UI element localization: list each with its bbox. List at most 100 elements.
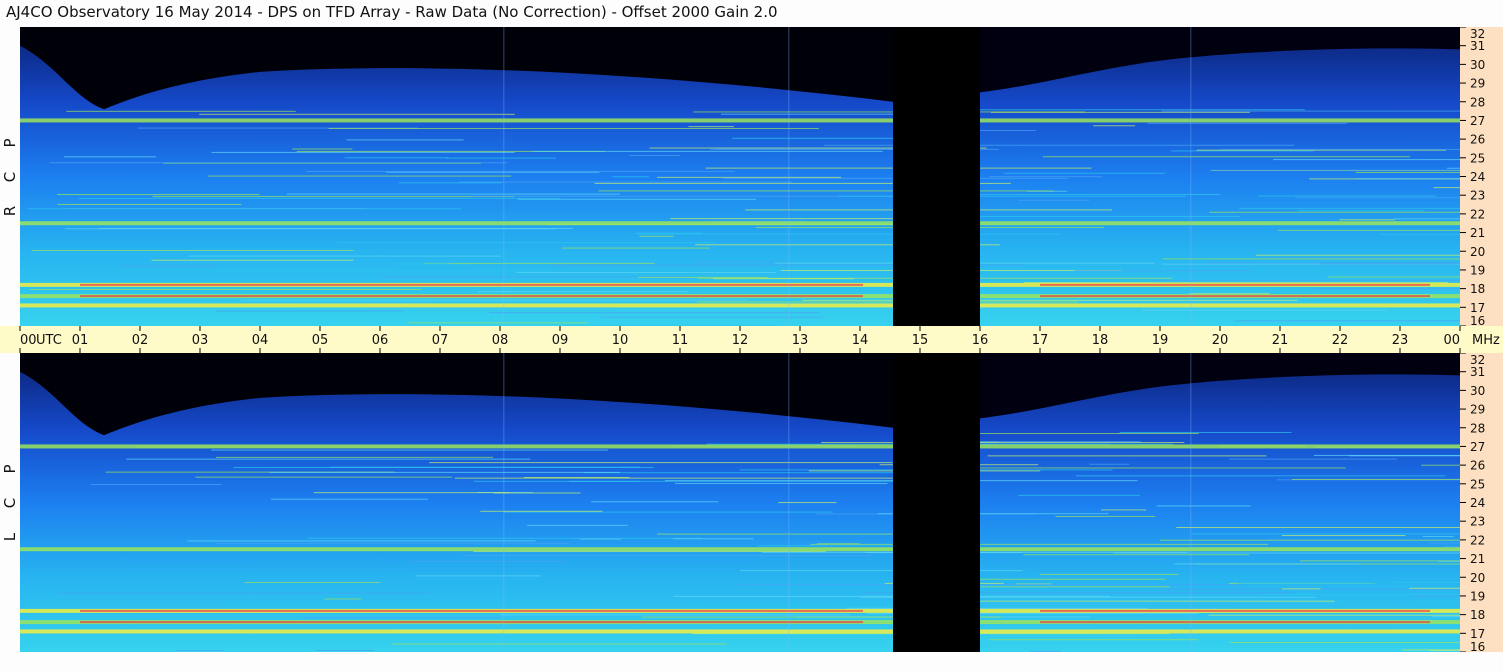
interference-line [57,203,242,205]
lcp-frequency-axis: 32 31 30 29 28 27 26 25 24 23 22 21 20 19 18 17 16 [1460,352,1503,654]
interference-line [1313,454,1460,456]
interference-line [865,552,893,554]
interference-line [980,543,1269,545]
interference-line [697,301,893,303]
vertical-streak [503,353,505,652]
time-tick-label: 10 [612,333,629,348]
frequency-tick-label: 21 [1470,552,1485,566]
spectrogram-svg [20,353,1460,652]
interference-line [1446,167,1460,169]
time-tick-label: 09 [552,333,569,348]
interference-line [391,643,727,645]
interference-line [396,264,471,266]
interference-line [980,301,1079,303]
interference-line [244,581,381,583]
interference-line [313,492,510,494]
interference-line [1030,650,1061,652]
interference-line [821,442,893,444]
interference-line [673,595,893,597]
interference-line [980,216,1241,218]
interference-line [1161,110,1460,112]
frequency-tick-label: 19 [1470,263,1485,277]
interference-line [989,176,1103,178]
interference-line [415,575,541,577]
time-tick-label: 08 [492,333,509,348]
interference-line [66,110,296,112]
interference-line [302,617,501,619]
signal-band [980,444,1460,449]
interference-line [1357,178,1460,180]
frequency-tick-label: 31 [1470,39,1485,53]
interference-line [980,552,1023,554]
interference-line [693,111,893,113]
interference-line [1162,258,1460,260]
interference-line [328,127,819,129]
interference-line [49,162,508,164]
interference-line [713,278,855,280]
interference-line [477,291,689,293]
interference-line [980,277,1173,279]
signal-band [20,547,893,552]
interference-line [306,170,735,172]
frequency-tick-label: 23 [1470,189,1485,203]
frequency-tick-label: 19 [1470,589,1485,603]
interference-line [524,477,630,479]
interference-line [240,299,748,301]
interference-line [1234,320,1460,322]
vertical-streak [788,353,790,652]
interference-line [315,649,374,651]
interference-line [458,181,793,183]
interference-line [757,545,893,547]
interference-line [188,255,501,257]
interference-line [199,113,515,115]
interference-line [1017,199,1090,201]
interference-line [745,209,893,211]
interference-line [470,195,893,197]
interference-line [591,501,719,503]
interference-line [445,157,556,159]
utc-unit-label: UTC [36,333,62,348]
interference-line [268,471,620,473]
interference-line [980,129,1036,131]
interference-line [989,639,1199,641]
interference-line [1239,207,1460,209]
interference-line [1355,171,1460,173]
data-gap [893,27,980,326]
interference-line [57,194,260,196]
interference-line [527,524,628,526]
time-tick-label: 16 [972,333,989,348]
interference-line [1159,539,1460,541]
interference-line [717,148,893,150]
interference-line [1444,545,1460,547]
time-tick-label: 04 [252,333,269,348]
interference-line [1075,475,1445,477]
interference-line [722,177,893,179]
polarization-letter: C [1,171,19,183]
interference-line [1295,197,1460,199]
interference-line [980,195,1186,197]
interference-line [1297,210,1425,212]
interference-line [1042,156,1411,158]
frequency-tick-label: 22 [1470,533,1485,547]
time-tick-label: 06 [372,333,389,348]
interference-line [1277,229,1460,231]
frequency-tick-label: 17 [1470,301,1485,315]
signal-band [20,444,893,449]
interference-line [344,157,449,159]
interference-line [152,196,515,198]
interference-line [1119,431,1292,433]
time-tick-label: 20 [1212,333,1229,348]
interference-line [1428,542,1460,544]
interference-line [1204,262,1460,264]
interference-line [126,458,531,460]
interference-line [500,614,851,616]
time-tick-label: 17 [1032,333,1049,348]
interference-line [657,533,893,535]
interference-line [670,218,893,220]
interference-line [980,227,1105,229]
frequency-tick-label: 30 [1470,384,1485,398]
interference-line [675,483,888,485]
signal-band-peak [1040,609,1430,612]
frequency-tick-label: 26 [1470,133,1485,147]
interference-line [846,607,893,609]
